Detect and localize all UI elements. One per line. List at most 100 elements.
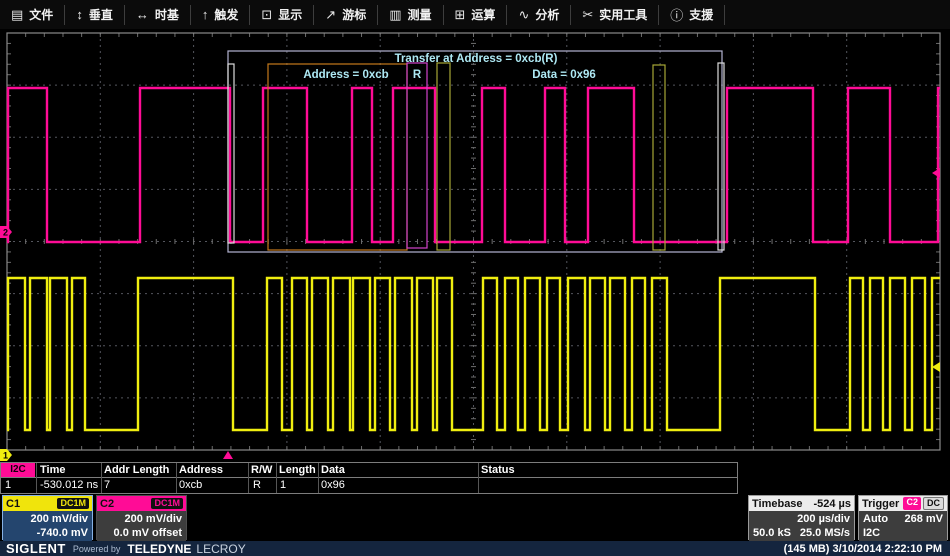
row-addr-length: 7 bbox=[104, 479, 110, 491]
column-separator bbox=[101, 463, 102, 493]
timebase-delay: -524 µs bbox=[813, 498, 851, 510]
menu-item-label: 游标 bbox=[342, 6, 366, 23]
menu-item-label: 测量 bbox=[408, 6, 432, 23]
powered-by-text: Powered by bbox=[73, 544, 121, 554]
col-time: Time bbox=[40, 464, 65, 476]
column-separator bbox=[478, 463, 479, 493]
menu-item-label: 垂直 bbox=[89, 6, 113, 23]
vendor-logo: TELEDYNE bbox=[127, 542, 191, 556]
menu-item-file[interactable]: ▤ 文件 bbox=[0, 1, 64, 29]
c2-coupling-badge: DC1M bbox=[151, 498, 183, 509]
col-rw: R/W bbox=[251, 464, 272, 476]
c2-label: C2 bbox=[100, 498, 114, 510]
horizontal-arrows-icon: ↔ bbox=[136, 7, 149, 22]
menu-item-analysis[interactable]: ∿ 分析 bbox=[507, 1, 570, 29]
row-index: 1 bbox=[5, 479, 11, 491]
c2-trigger-level-marker[interactable] bbox=[932, 168, 940, 178]
channel-c2-descriptor[interactable]: C2 DC1M 200 mV/div 0.0 mV offset bbox=[96, 495, 187, 540]
timebase-descriptor[interactable]: Timebase -524 µs 200 µs/div 50.0 kS 25.0… bbox=[748, 495, 855, 540]
c1-zero-marker-label: 1 bbox=[3, 451, 8, 461]
menu-item-label: 实用工具 bbox=[599, 6, 647, 23]
decode-table-header-row: I2C Time Addr Length Address R/W Length … bbox=[1, 463, 737, 478]
memory-datetime: (145 MB) 3/10/2014 2:22:10 PM bbox=[784, 543, 942, 555]
c2-offset: 0.0 mV offset bbox=[101, 526, 182, 540]
trigger-descriptor[interactable]: Trigger C2 DC Auto 268 mV I2C bbox=[858, 495, 948, 540]
col-address: Address bbox=[179, 464, 223, 476]
c1-coupling-badge: DC1M bbox=[57, 498, 89, 509]
address-label: Address = 0xcb bbox=[303, 69, 388, 81]
status-bar: SIGLENT Powered by TELEDYNE LECROY (145 … bbox=[0, 541, 950, 556]
menu-item-label: 时基 bbox=[155, 6, 179, 23]
menu-item-cursors[interactable]: ↗ 游标 bbox=[314, 1, 377, 29]
decode-table-row[interactable]: 1 -530.012 ns 7 0xcb R 1 0x96 bbox=[1, 478, 737, 493]
cursor-arrow-icon: ↗ bbox=[325, 7, 336, 23]
waveform-svg: Transfer at Address = 0xcb(R) Address = 0… bbox=[0, 29, 950, 462]
trigger-type: I2C bbox=[863, 526, 943, 540]
info-icon: ⓘ bbox=[670, 5, 683, 24]
row-address: 0xcb bbox=[179, 479, 202, 491]
col-data: Data bbox=[321, 464, 345, 476]
menu-item-label: 支援 bbox=[689, 6, 713, 23]
row-data: 0x96 bbox=[321, 479, 345, 491]
trigger-arrow-icon: ↑ bbox=[202, 7, 209, 22]
trigger-mode: Auto bbox=[863, 512, 888, 526]
menu-item-vertical[interactable]: ↕ 垂直 bbox=[65, 1, 124, 29]
c1-offset: -740.0 mV bbox=[7, 526, 88, 540]
decode-ack-box bbox=[653, 65, 665, 250]
timebase-rate: 25.0 MS/s bbox=[800, 526, 850, 540]
vendor-logo-rest: LECROY bbox=[196, 542, 245, 556]
column-separator bbox=[276, 463, 277, 493]
analysis-icon: ∿ bbox=[518, 7, 529, 23]
trigger-level: 268 mV bbox=[904, 512, 943, 526]
vertical-arrows-icon: ↕ bbox=[76, 7, 83, 22]
trigger-coupling-badge: DC bbox=[923, 497, 944, 510]
transfer-label: Transfer at Address = 0xcb(R) bbox=[395, 53, 558, 65]
column-separator bbox=[176, 463, 177, 493]
oscilloscope-screen: ▤ 文件 ↕ 垂直 ↔ 时基 ↑ 触发 ⊡ 显示 ↗ 游标 ▥ bbox=[0, 0, 950, 556]
c1-scale: 200 mV/div bbox=[7, 512, 88, 526]
timebase-scale: 200 µs/div bbox=[753, 512, 850, 526]
channel-c1-descriptor[interactable]: C1 DC1M 200 mV/div -740.0 mV bbox=[2, 495, 93, 540]
data-label: Data = 0x96 bbox=[532, 69, 596, 81]
col-addr-length: Addr Length bbox=[104, 464, 169, 476]
menu-item-label: 文件 bbox=[29, 6, 53, 23]
menu-item-support[interactable]: ⓘ 支援 bbox=[659, 1, 724, 29]
c2-scale: 200 mV/div bbox=[101, 512, 182, 526]
row-time: -530.012 ns bbox=[40, 479, 98, 491]
decode-table: I2C Time Addr Length Address R/W Length … bbox=[0, 462, 738, 494]
rw-label: R bbox=[413, 69, 422, 81]
c1-scl-trace bbox=[7, 278, 940, 430]
decode-rw-box bbox=[407, 63, 427, 248]
trigger-source-badge: C2 bbox=[903, 497, 921, 510]
menu-item-trigger[interactable]: ↑ 触发 bbox=[191, 1, 250, 29]
row-length: 1 bbox=[280, 479, 286, 491]
math-icon: ⊞ bbox=[455, 7, 466, 23]
menu-item-math[interactable]: ⊞ 运算 bbox=[444, 1, 507, 29]
menu-item-utilities[interactable]: ✂ 实用工具 bbox=[571, 1, 658, 29]
file-icon: ▤ bbox=[11, 7, 23, 23]
measure-icon: ▥ bbox=[389, 7, 401, 23]
trigger-position-marker[interactable] bbox=[223, 451, 233, 459]
tools-icon: ✂ bbox=[582, 7, 593, 23]
menu-item-label: 触发 bbox=[214, 6, 238, 23]
column-separator bbox=[318, 463, 319, 493]
menu-item-timebase[interactable]: ↔ 时基 bbox=[125, 1, 190, 29]
menu-bar: ▤ 文件 ↕ 垂直 ↔ 时基 ↑ 触发 ⊡ 显示 ↗ 游标 ▥ bbox=[0, 0, 950, 30]
display-icon: ⊡ bbox=[261, 7, 272, 23]
row-rw: R bbox=[253, 479, 261, 491]
menu-item-measure[interactable]: ▥ 测量 bbox=[378, 1, 442, 29]
decode-stop-box bbox=[718, 63, 724, 250]
decode-ack-box bbox=[437, 63, 450, 250]
c2-zero-marker-label: 2 bbox=[3, 228, 8, 238]
menu-item-label: 分析 bbox=[535, 6, 559, 23]
c1-label: C1 bbox=[6, 498, 20, 510]
waveform-display[interactable]: Transfer at Address = 0xcb(R) Address = 0… bbox=[0, 29, 950, 462]
menu-item-display[interactable]: ⊡ 显示 bbox=[250, 1, 313, 29]
timebase-samples: 50.0 kS bbox=[753, 526, 791, 540]
brand-logo: SIGLENT bbox=[6, 541, 66, 556]
protocol-badge[interactable]: I2C bbox=[1, 463, 35, 477]
menu-separator bbox=[724, 5, 725, 25]
column-separator bbox=[36, 463, 37, 493]
timebase-label: Timebase bbox=[752, 498, 803, 510]
trigger-label: Trigger bbox=[862, 498, 899, 510]
